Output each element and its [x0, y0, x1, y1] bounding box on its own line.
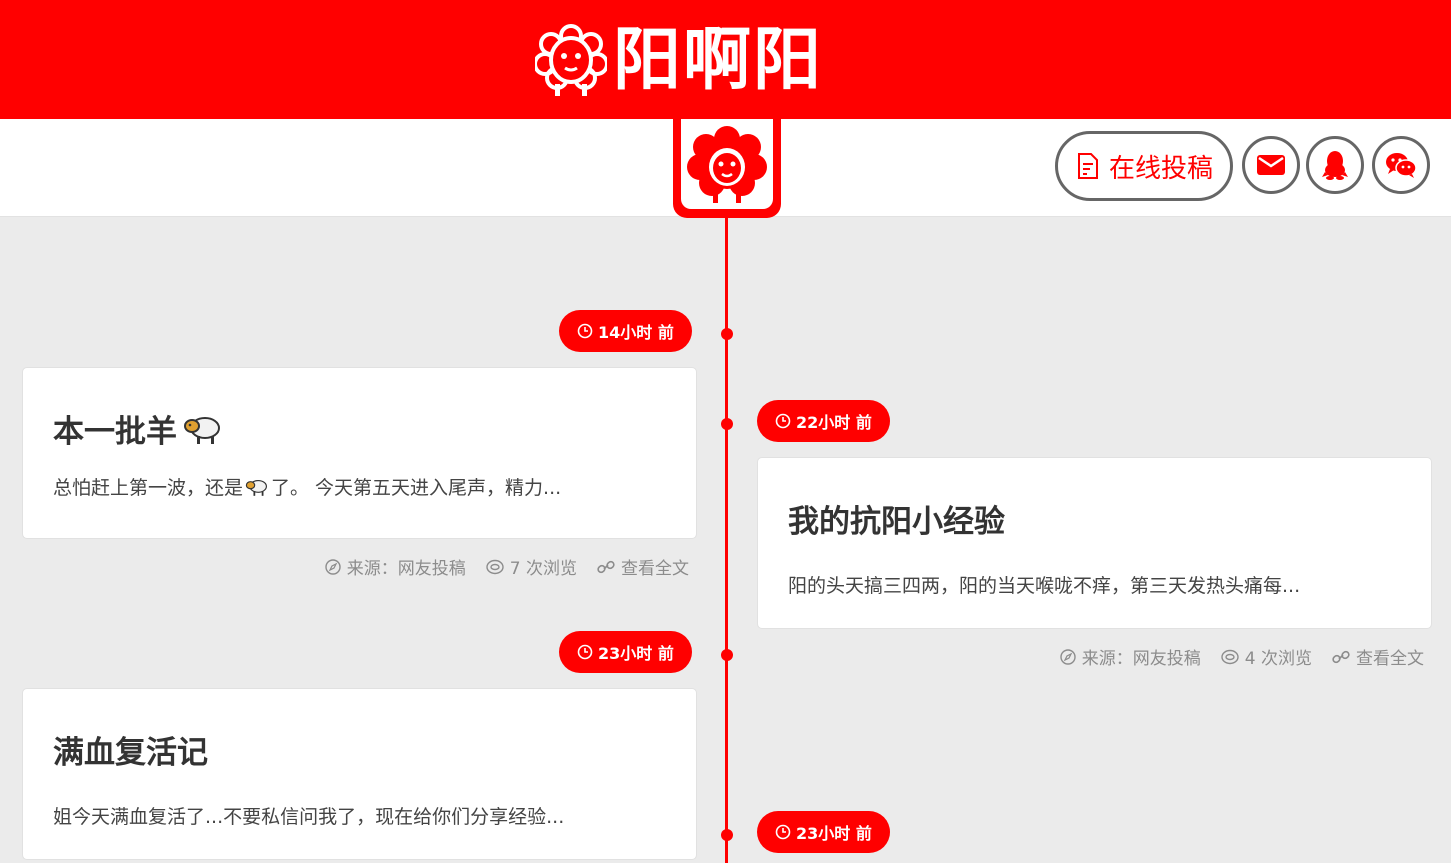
- post-title[interactable]: 满血复活记: [53, 727, 666, 772]
- qq-button[interactable]: [1306, 136, 1364, 194]
- meta-views: 7 次浏览: [486, 554, 577, 579]
- clock-icon: [577, 323, 593, 339]
- post-excerpt: 阳的头天搞三四两，阳的当天喉咙不痒，第三天发热头痛每...: [788, 575, 1301, 597]
- post-card[interactable]: 满血复活记 姐今天满血复活了...不要私信问我了，现在给你们分享经验...: [22, 688, 697, 860]
- mail-icon: [1257, 155, 1285, 175]
- time-label: 22小时 前: [796, 413, 872, 432]
- post-meta: 来源：网友投稿 7 次浏览 查看全文: [305, 554, 689, 579]
- time-label: 14小时 前: [598, 323, 674, 342]
- time-pill: 14小时 前: [559, 310, 692, 352]
- post-excerpt: 姐今天满血复活了...不要私信问我了，现在给你们分享经验...: [53, 806, 565, 828]
- sheep-badge-icon: [687, 126, 767, 203]
- meta-source: 来源：网友投稿: [1060, 644, 1201, 669]
- post-title-text: 本一批羊: [53, 414, 177, 450]
- read-more-link[interactable]: 查看全文: [597, 554, 689, 579]
- meta-views-text: 4 次浏览: [1244, 649, 1312, 669]
- document-edit-icon: [1077, 153, 1098, 179]
- post-card[interactable]: 本一批羊 总怕赶上第一波，还是 了。 今天第五天进入尾声，精力...: [22, 367, 697, 539]
- compass-icon: [1060, 648, 1076, 665]
- clock-icon: [775, 824, 791, 840]
- compass-icon: [325, 558, 341, 575]
- clock-icon: [775, 413, 791, 429]
- wechat-button[interactable]: [1372, 136, 1430, 194]
- center-sheep-badge[interactable]: [673, 119, 781, 218]
- post-title-text: 满血复活记: [53, 735, 208, 771]
- post-excerpt: 总怕赶上第一波，还是 了。 今天第五天进入尾声，精力...: [53, 473, 666, 500]
- online-submit-label: 在线投稿: [1108, 153, 1213, 184]
- meta-views-text: 7 次浏览: [509, 559, 577, 579]
- time-pill: 22小时 前: [757, 400, 890, 442]
- link-icon: [597, 560, 615, 573]
- time-label: 23小时 前: [796, 824, 872, 843]
- post-excerpt-part2: 了。 今天第五天进入尾声，精力...: [271, 477, 562, 499]
- clock-icon: [577, 644, 593, 660]
- read-more-link[interactable]: 查看全文: [1332, 644, 1424, 669]
- meta-source: 来源：网友投稿: [325, 554, 466, 579]
- post-title[interactable]: 我的抗阳小经验: [788, 496, 1401, 541]
- time-pill: 23小时 前: [559, 631, 692, 673]
- site-logo-text: 阳啊阳: [613, 20, 824, 100]
- top-banner: 阳啊阳: [0, 0, 1451, 119]
- sheep-emoji-icon: [245, 479, 268, 496]
- post-title[interactable]: 本一批羊: [53, 406, 666, 451]
- post-meta: 来源：网友投稿 4 次浏览 查看全文: [1040, 644, 1424, 669]
- timeline-dot: [721, 649, 733, 661]
- qq-penguin-icon: [1322, 151, 1348, 180]
- read-more-text: 查看全文: [1356, 649, 1424, 669]
- sheep-emoji-icon: [184, 416, 220, 444]
- timeline-dot: [721, 418, 733, 430]
- post-excerpt-part1: 总怕赶上第一波，还是: [53, 477, 244, 499]
- time-pill: 23小时 前: [757, 811, 890, 853]
- read-more-text: 查看全文: [621, 559, 689, 579]
- online-submit-button[interactable]: 在线投稿: [1055, 131, 1233, 201]
- site-logo[interactable]: 阳啊阳: [535, 20, 823, 100]
- meta-views: 4 次浏览: [1221, 644, 1312, 669]
- post-card[interactable]: 我的抗阳小经验 阳的头天搞三四两，阳的当天喉咙不痒，第三天发热头痛每...: [757, 457, 1432, 629]
- meta-source-text: 来源：网友投稿: [1081, 649, 1201, 669]
- wechat-icon: [1386, 153, 1417, 178]
- eye-icon: [486, 559, 504, 574]
- mail-button[interactable]: [1242, 136, 1300, 194]
- meta-source-text: 来源：网友投稿: [346, 559, 466, 579]
- timeline-line: [725, 217, 728, 863]
- eye-icon: [1221, 649, 1239, 664]
- link-icon: [1332, 650, 1350, 663]
- timeline-dot: [721, 829, 733, 841]
- post-title-text: 我的抗阳小经验: [788, 504, 1005, 540]
- time-label: 23小时 前: [598, 644, 674, 663]
- timeline-dot: [721, 328, 733, 340]
- sheep-logo-icon: [535, 24, 607, 96]
